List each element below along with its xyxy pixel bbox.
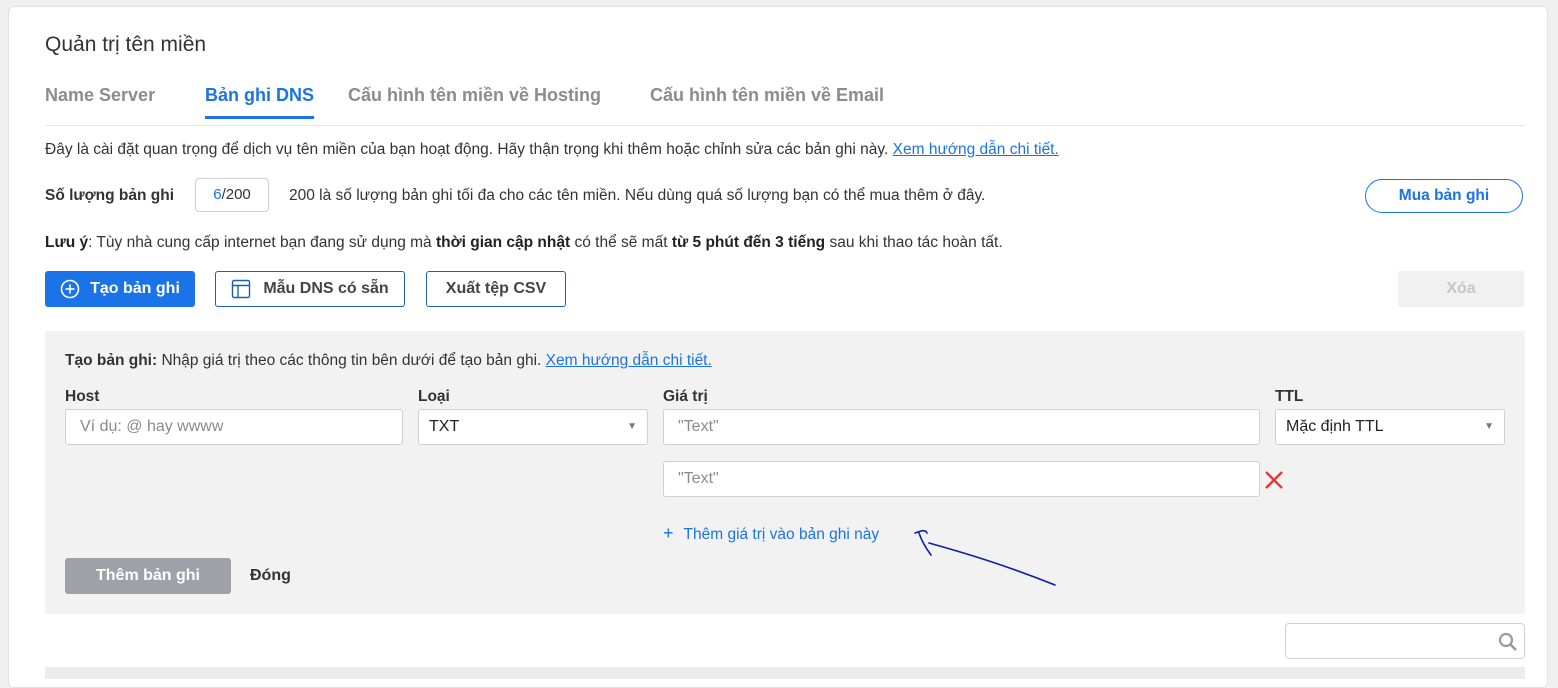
search-icon[interactable]	[1498, 632, 1518, 652]
create-record-button[interactable]: Tạo bản ghi	[45, 271, 195, 307]
tab-bar: Name Server Bản ghi DNS Cấu hình tên miề…	[45, 79, 1525, 126]
record-count-label: Số lượng bản ghi	[45, 187, 175, 204]
ttl-select[interactable]: Mặc định TTL ▼	[1275, 409, 1505, 445]
guide-link[interactable]: Xem hướng dẫn chi tiết.	[893, 141, 1059, 158]
form-hint: Tạo bản ghi: Nhập giá trị theo các thông…	[65, 352, 712, 369]
export-csv-button[interactable]: Xuất tệp CSV	[426, 271, 566, 307]
buy-records-button[interactable]: Mua bản ghi	[1365, 179, 1523, 213]
record-count-current: 6	[213, 186, 222, 203]
info-text: Đây là cài đặt quan trọng để dịch vụ tên…	[45, 141, 893, 158]
dropdown-arrow-icon: ▼	[627, 421, 637, 432]
dropdown-arrow-icon: ▼	[1484, 421, 1494, 432]
ttl-label: TTL	[1275, 388, 1304, 405]
table-header-strip	[45, 667, 1525, 679]
search-field[interactable]	[1285, 623, 1525, 659]
type-select[interactable]: TXT ▼	[418, 409, 648, 445]
close-button[interactable]: Đóng	[250, 567, 291, 585]
type-select-value: TXT	[429, 418, 460, 435]
value-label: Giá trị	[663, 388, 708, 405]
record-count-max: /200	[221, 186, 251, 203]
tab-email-config[interactable]: Cấu hình tên miền về Email	[650, 85, 884, 106]
info-message: Đây là cài đặt quan trọng để dịch vụ tên…	[45, 141, 1059, 159]
tab-name-server[interactable]: Name Server	[45, 85, 155, 106]
form-guide-link[interactable]: Xem hướng dẫn chi tiết.	[546, 352, 712, 369]
dns-template-label: Mẫu DNS có sẵn	[263, 280, 389, 297]
tab-hosting-config[interactable]: Cấu hình tên miền về Hosting	[348, 85, 601, 106]
dns-template-button[interactable]: Mẫu DNS có sẵn	[215, 271, 405, 307]
host-input[interactable]	[65, 409, 403, 445]
type-label: Loại	[418, 388, 450, 405]
record-count-description: 200 là số lượng bản ghi tối đa cho các t…	[289, 187, 986, 204]
record-count-box: 6/200	[195, 178, 269, 212]
add-value-label: Thêm giá trị vào bản ghi này	[683, 526, 880, 543]
tab-dns-records[interactable]: Bản ghi DNS	[205, 85, 315, 119]
plus-circle-icon	[60, 279, 80, 299]
search-input[interactable]	[1296, 624, 1490, 658]
ttl-select-value: Mặc định TTL	[1286, 418, 1384, 435]
plus-icon: +	[663, 523, 674, 543]
hand-drawn-arrow-annotation	[914, 529, 1056, 586]
remove-value-icon[interactable]	[1263, 469, 1285, 491]
template-icon	[232, 279, 251, 299]
create-record-panel: Tạo bản ghi: Nhập giá trị theo các thông…	[45, 331, 1525, 614]
page-title: Quản trị tên miền	[45, 33, 207, 56]
value-input-1[interactable]	[663, 409, 1260, 445]
add-record-button[interactable]: Thêm bản ghi	[65, 558, 231, 594]
note-label: Lưu ý	[45, 234, 89, 251]
add-value-link[interactable]: + Thêm giá trị vào bản ghi này	[663, 523, 879, 544]
host-label: Host	[65, 388, 100, 405]
form-hint-label: Tạo bản ghi:	[65, 352, 158, 369]
create-record-label: Tạo bản ghi	[90, 280, 180, 297]
note-text: Lưu ý: Tùy nhà cung cấp internet bạn đan…	[45, 234, 1003, 251]
delete-button[interactable]: Xóa	[1398, 271, 1524, 307]
value-input-2[interactable]	[663, 461, 1260, 497]
main-card: Quản trị tên miền Name Server Bản ghi DN…	[8, 6, 1548, 688]
